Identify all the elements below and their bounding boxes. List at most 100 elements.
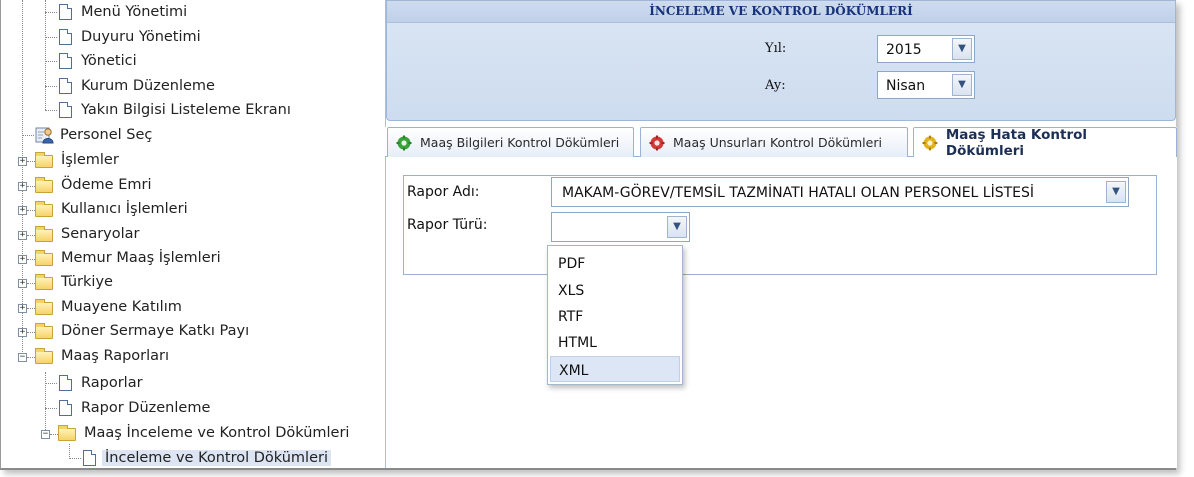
tree-item-rapor-duzenleme[interactable]: Rapor Düzenleme (59, 396, 213, 420)
chevron-down-icon[interactable]: ▼ (952, 38, 972, 60)
tree-item-label: Menü Yönetimi (81, 4, 188, 20)
tree-item-maas-inceleme[interactable]: Maaş İnceleme ve Kontrol Dökümleri (58, 421, 352, 445)
tree-item-label: Türkiye (61, 274, 113, 290)
tree-item-menu-yonetimi[interactable]: Menü Yönetimi (59, 0, 190, 24)
tree-item-label: Ödeme Emri (61, 177, 152, 193)
tree-item-label: Raporlar (81, 375, 143, 391)
tree-item-senaryolar[interactable]: Senaryolar (35, 222, 143, 246)
chevron-down-icon[interactable]: ▼ (1106, 181, 1126, 203)
month-label: Ay: (765, 78, 786, 93)
tree-item-label: Maaş İnceleme ve Kontrol Dökümleri (84, 425, 350, 441)
tab-label: Maaş Unsurları Kontrol Dökümleri (673, 135, 882, 150)
document-icon (59, 53, 72, 69)
expand-button[interactable]: + (18, 231, 27, 240)
user-select-icon (35, 126, 55, 144)
option-pdf[interactable]: PDF (550, 250, 680, 276)
tree-item-memur-maas-islemleri[interactable]: Memur Maaş İşlemleri (35, 246, 224, 270)
tree-item-label: Kullanıcı İşlemleri (61, 201, 188, 217)
tree-branch (22, 135, 34, 136)
tree-branch (45, 408, 57, 409)
chevron-down-icon[interactable]: ▼ (667, 216, 687, 238)
folder-icon (35, 151, 53, 168)
expand-button[interactable]: + (18, 157, 27, 166)
folder-icon (35, 322, 53, 339)
expand-button[interactable]: + (18, 182, 27, 191)
tree-item-turkiye[interactable]: Türkiye (35, 270, 116, 294)
folder-icon (35, 176, 53, 193)
report-name-label: Rapor Adı: (407, 184, 480, 200)
option-xml[interactable]: XML (550, 356, 680, 382)
tree-item-personel-sec[interactable]: Personel Seç (35, 123, 155, 147)
tree-branch (27, 308, 35, 309)
tree-item-label: Yönetici (81, 53, 137, 69)
tree-guide-line (45, 0, 46, 110)
tree-item-duyuru-yonetimi[interactable]: Duyuru Yönetimi (59, 25, 204, 49)
tree-item-label: Personel Seç (60, 127, 153, 143)
tab-label: Maaş Hata Kontrol Dökümleri (945, 127, 1088, 159)
chevron-down-icon[interactable]: ▼ (952, 74, 972, 96)
tab-maas-hata[interactable]: Maaş Hata Kontrol Dökümleri (913, 127, 1177, 159)
collapse-button[interactable]: − (18, 353, 27, 362)
gear-icon (649, 135, 665, 150)
tree-item-label: İnceleme ve Kontrol Dökümleri (102, 450, 332, 466)
expand-button[interactable]: + (18, 304, 27, 313)
tree-branch (50, 434, 58, 435)
report-type-select[interactable]: ▼ (551, 212, 690, 242)
tree-branch (27, 357, 35, 358)
tree-branch (27, 210, 35, 211)
tree-item-yakin-bilgisi[interactable]: Yakın Bilgisi Listeleme Ekranı (59, 98, 294, 122)
expand-button[interactable]: + (18, 279, 27, 288)
tree-item-label: Muayene Katılım (61, 299, 182, 315)
tree-item-label: Senaryolar (61, 226, 140, 242)
tree-item-kullanici-islemleri[interactable]: Kullanıcı İşlemleri (35, 197, 191, 221)
page-title: İNCELEME VE KONTROL DÖKÜMLERİ (649, 4, 913, 18)
tree-item-muayene-katilim[interactable]: Muayene Katılım (35, 295, 185, 319)
option-xls[interactable]: XLS (550, 277, 680, 303)
tree-branch (27, 283, 35, 284)
tree-item-maas-raporlari[interactable]: Maaş Raporları (35, 344, 172, 368)
filter-panel: İNCELEME VE KONTROL DÖKÜMLERİ Yıl: 2015 … (386, 0, 1176, 121)
report-form: Rapor Adı: MAKAM-GÖREV/TEMSİL TAZMİNATI … (403, 175, 1157, 275)
tree-branch (27, 332, 35, 333)
folder-icon (35, 273, 53, 290)
expand-button[interactable]: + (18, 206, 27, 215)
report-name-select[interactable]: MAKAM-GÖREV/TEMSİL TAZMİNATI HATALI OLAN… (551, 177, 1129, 207)
tree-branch (45, 383, 57, 384)
document-icon (59, 102, 72, 118)
expand-button[interactable]: + (18, 255, 27, 264)
option-rtf[interactable]: RTF (550, 303, 680, 329)
tree-item-label: Yakın Bilgisi Listeleme Ekranı (81, 102, 291, 118)
tab-maas-bilgileri[interactable]: Maaş Bilgileri Kontrol Dökümleri (387, 127, 634, 157)
document-icon (59, 375, 72, 391)
tree-item-odeme-emri[interactable]: Ödeme Emri (35, 173, 154, 197)
tree-item-inceleme-ve-kontrol[interactable]: İnceleme ve Kontrol Dökümleri (83, 446, 332, 468)
tree-item-yonetici[interactable]: Yönetici (59, 49, 140, 73)
tree-branch (27, 259, 35, 260)
document-icon (59, 29, 72, 45)
tab-strip: Maaş Bilgileri Kontrol Dökümleri Maaş Un… (385, 127, 1177, 159)
tree-branch (27, 235, 35, 236)
tree-item-label: Maaş Raporları (61, 348, 170, 364)
tab-maas-unsurlari[interactable]: Maaş Unsurları Kontrol Dökümleri (640, 127, 908, 157)
year-label: Yıl: (765, 41, 787, 56)
tree-item-raporlar[interactable]: Raporlar (59, 371, 146, 395)
document-icon (59, 400, 72, 416)
tree-item-kurum-duzenleme[interactable]: Kurum Düzenleme (59, 74, 218, 98)
option-html[interactable]: HTML (550, 329, 680, 355)
navigation-tree: Menü Yönetimi Duyuru Yönetimi Yönetici K… (1, 0, 386, 468)
tree-branch (45, 37, 57, 38)
document-icon (59, 4, 72, 20)
month-value: Nisan (886, 78, 926, 94)
month-select[interactable]: Nisan ▼ (877, 71, 975, 99)
tree-item-label: Memur Maaş İşlemleri (61, 250, 221, 266)
folder-icon (35, 249, 53, 266)
tree-branch (45, 86, 57, 87)
expand-button[interactable]: + (18, 328, 27, 337)
tree-item-doner-sermaye[interactable]: Döner Sermaye Katkı Payı (35, 319, 252, 343)
tree-item-label: Kurum Düzenleme (81, 78, 215, 94)
tree-branch (69, 458, 81, 459)
year-select[interactable]: 2015 ▼ (877, 35, 975, 63)
collapse-button[interactable]: − (41, 430, 50, 439)
tree-item-islemler[interactable]: İşlemler (35, 148, 122, 172)
document-icon (83, 450, 96, 466)
